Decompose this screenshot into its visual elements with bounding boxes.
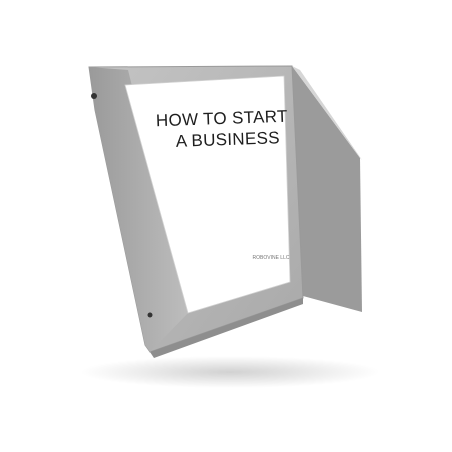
product-image: HOW TO START A BUSINESS ROBOVINE LLC [0, 0, 452, 452]
binder-side-edge [292, 66, 362, 312]
ring-rivet-bottom [147, 312, 153, 318]
ring-rivet-top [91, 93, 97, 99]
binder-publisher: ROBOVINE LLC [253, 255, 290, 261]
binder-shadow [80, 356, 380, 388]
binder-illustration: HOW TO START A BUSINESS ROBOVINE LLC [80, 65, 380, 388]
binder-title-line2: A BUSINESS [175, 128, 280, 151]
